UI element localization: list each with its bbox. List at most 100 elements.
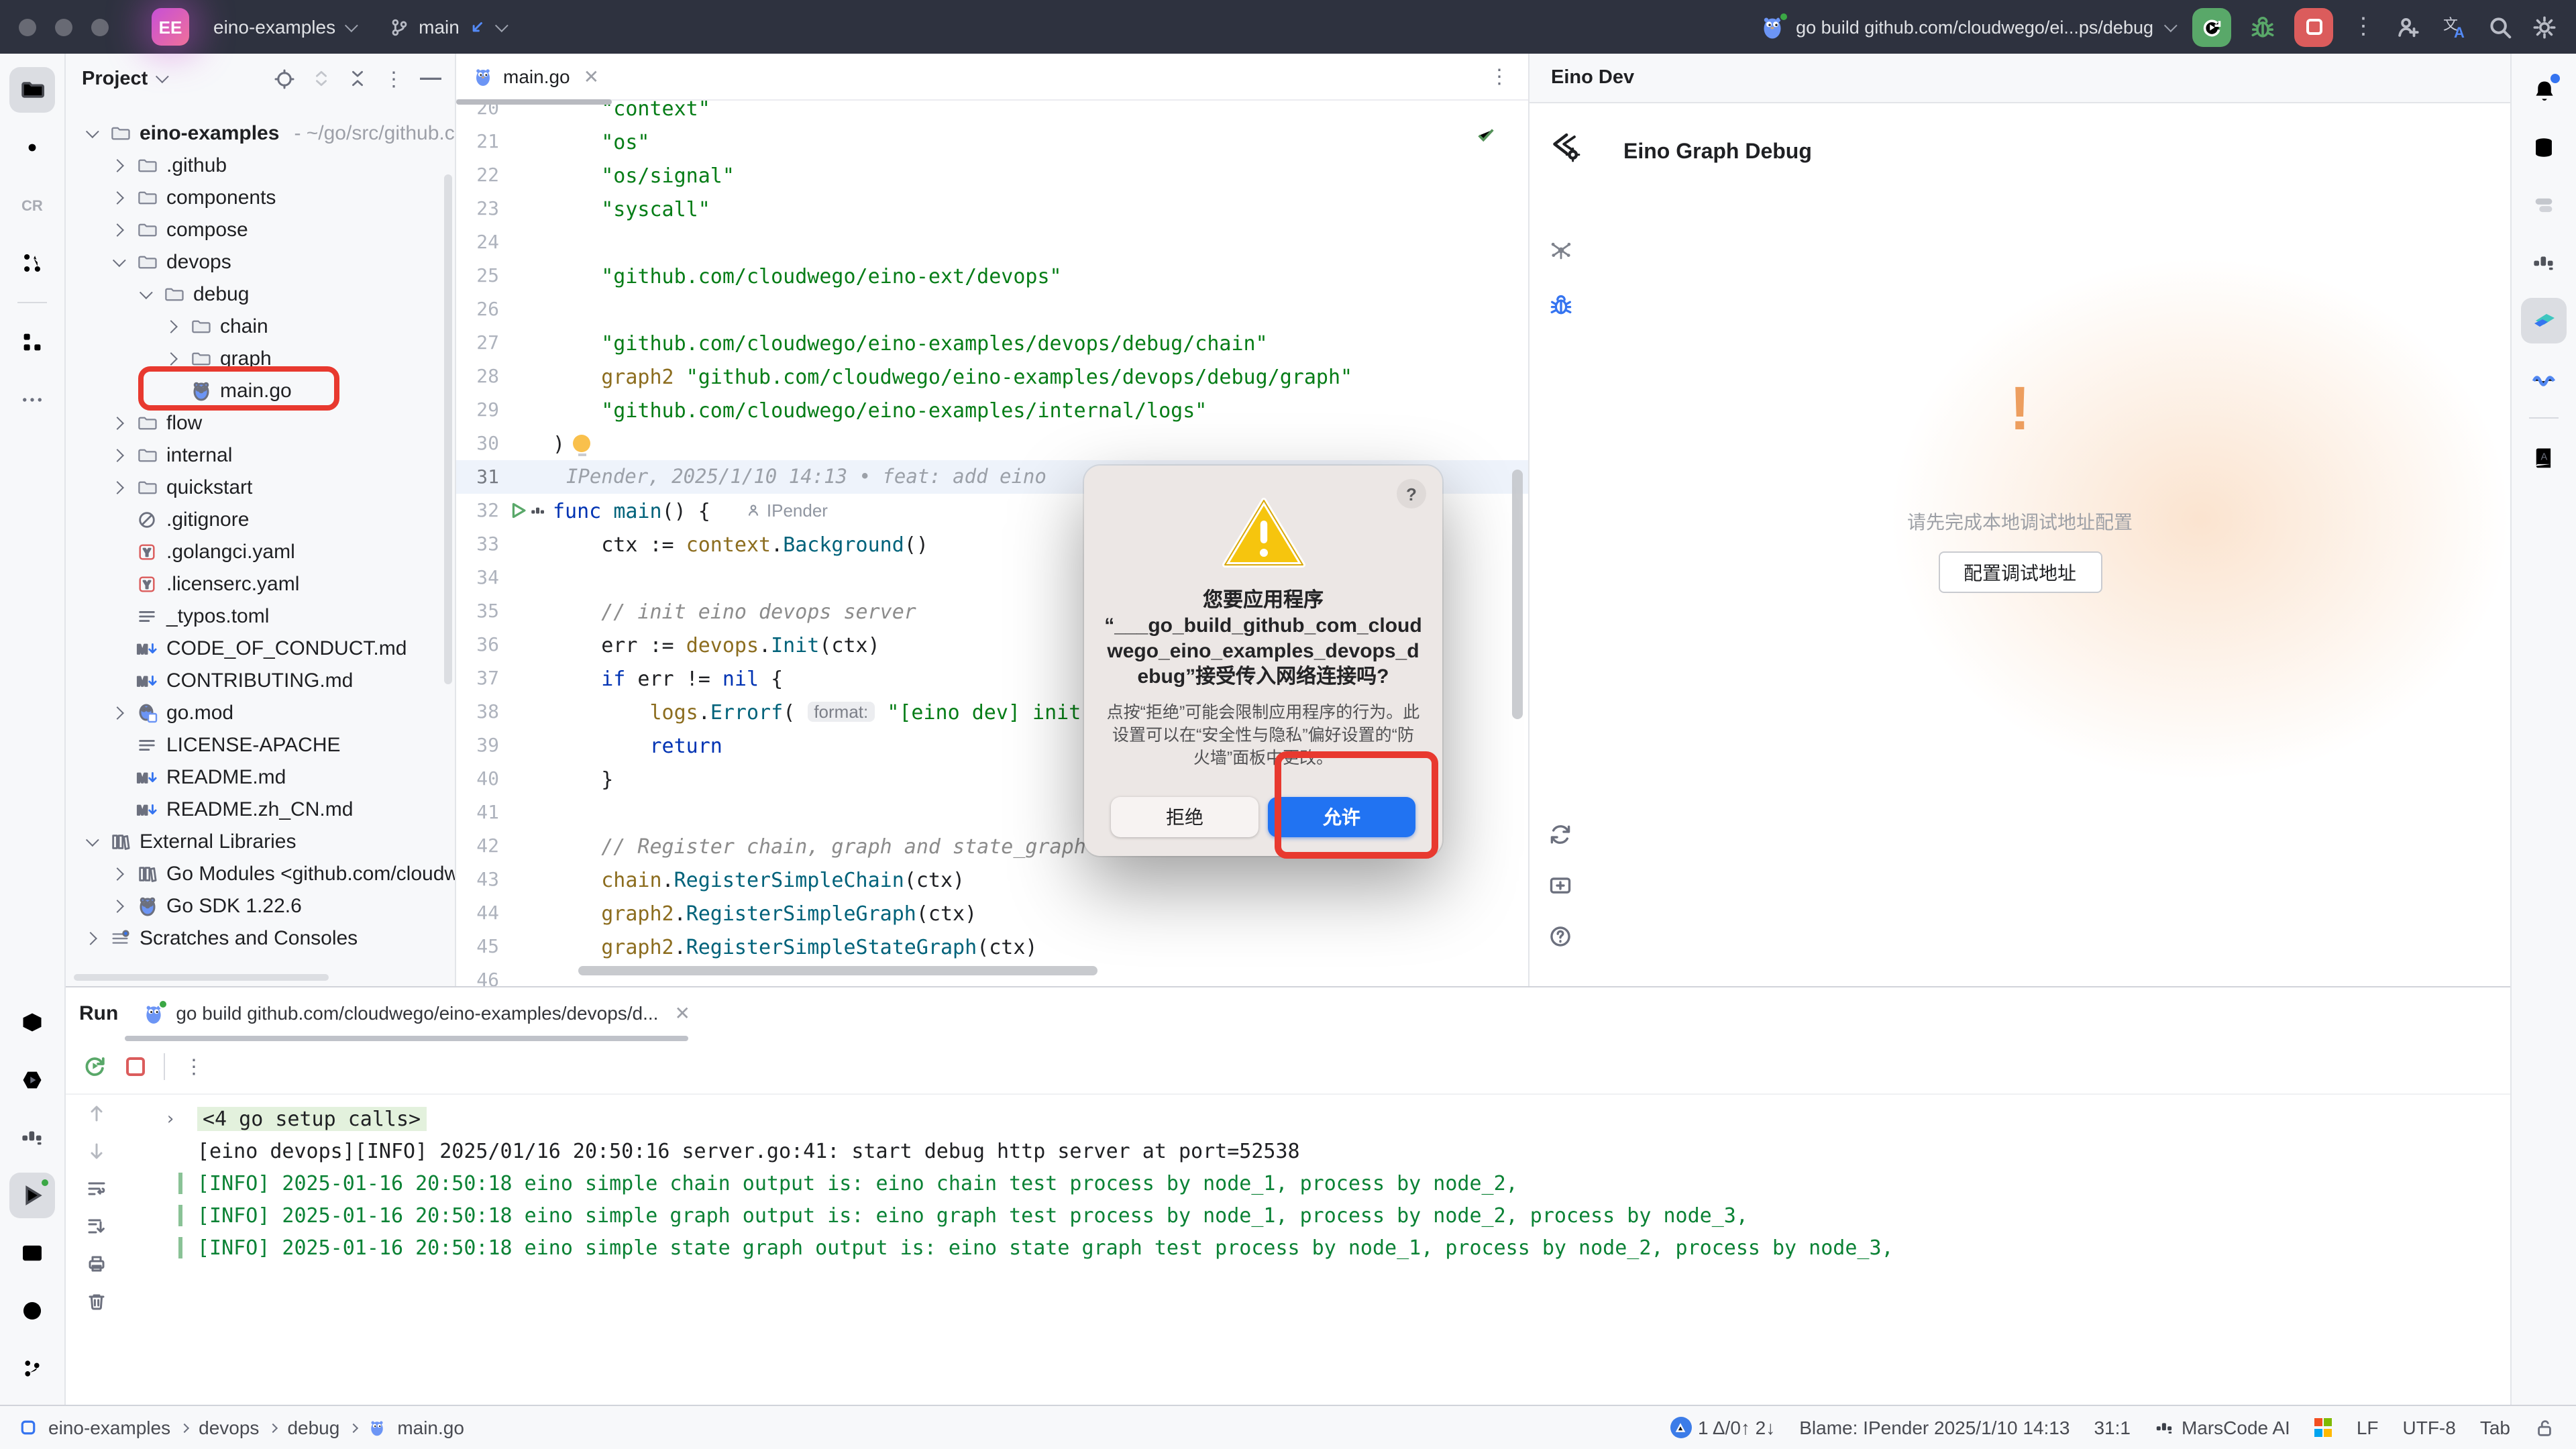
tree-item-flow[interactable]: flow xyxy=(66,407,455,439)
close-run-tab-icon[interactable]: ✕ xyxy=(674,1002,690,1024)
code-line-24[interactable]: 24 xyxy=(456,225,1528,259)
project-selector[interactable]: eino-examples xyxy=(203,11,365,43)
chevron-right-icon[interactable] xyxy=(106,869,127,878)
run-tab[interactable]: go build github.com/cloudwego/eino-examp… xyxy=(142,1002,690,1024)
chevron-right-icon[interactable] xyxy=(106,450,127,460)
traffic-light-minimize[interactable] xyxy=(55,18,72,36)
lock-icon[interactable] xyxy=(2534,1417,2555,1438)
profiler-tool-button[interactable] xyxy=(9,1115,55,1161)
code-line-30[interactable]: 30) xyxy=(456,427,1528,460)
chevron-right-icon[interactable] xyxy=(160,354,181,363)
tree-item-readme-zh-cn-md[interactable]: MREADME.zh_CN.md xyxy=(66,793,455,825)
chevron-right-icon[interactable] xyxy=(106,708,127,717)
chevron-right-icon[interactable] xyxy=(160,321,181,331)
code-with-me-icon[interactable] xyxy=(2395,14,2420,40)
code-line-20[interactable]: 20 "context" xyxy=(456,101,1528,125)
tree-item-readme-md[interactable]: MREADME.md xyxy=(66,761,455,793)
rerun-button[interactable] xyxy=(2192,7,2231,46)
tree-item-go-mod[interactable]: go.mod xyxy=(66,696,455,729)
blame-widget[interactable]: Blame: IPender 2025/1/10 14:13 xyxy=(1799,1417,2070,1438)
refresh-icon[interactable] xyxy=(1548,822,1572,847)
tree-item-debug[interactable]: debug xyxy=(66,278,455,310)
traffic-light-close[interactable] xyxy=(19,18,36,36)
chevron-down-icon[interactable] xyxy=(79,837,101,846)
code-line-27[interactable]: 27 "github.com/cloudwego/eino-examples/d… xyxy=(456,326,1528,360)
code-line-21[interactable]: 21 "os" xyxy=(456,125,1528,158)
code-line-29[interactable]: 29 "github.com/cloudwego/eino-examples/i… xyxy=(456,393,1528,427)
add-panel-icon[interactable] xyxy=(1548,873,1572,898)
breadcrumb-debug[interactable]: debug xyxy=(287,1417,339,1438)
run-configuration-selector[interactable]: go build github.com/cloudwego/ei...ps/de… xyxy=(1758,13,2174,40)
print-icon[interactable] xyxy=(86,1253,107,1275)
code-line-23[interactable]: 23 "syscall" xyxy=(456,192,1528,225)
search-icon[interactable] xyxy=(2487,14,2513,40)
tree-item-devops[interactable]: devops xyxy=(66,246,455,278)
code-line-26[interactable]: 26 xyxy=(456,292,1528,326)
tree-item--gitignore[interactable]: .gitignore xyxy=(66,503,455,535)
chevron-down-icon[interactable] xyxy=(156,70,169,83)
structure-tool-button[interactable] xyxy=(9,319,55,365)
dialog-help-button[interactable]: ? xyxy=(1397,479,1426,508)
configure-debug-address-button[interactable]: 配置调试地址 xyxy=(1938,551,2102,593)
project-tool-button[interactable] xyxy=(9,67,55,113)
tree-item-chain[interactable]: chain xyxy=(66,310,455,342)
tree-item-contributing-md[interactable]: MCONTRIBUTING.md xyxy=(66,664,455,696)
collapse-all-icon[interactable] xyxy=(347,68,368,89)
microsoft-icon[interactable] xyxy=(2314,1419,2332,1437)
ai-assistant-tool-button[interactable] xyxy=(2521,182,2567,228)
settings-gear-icon[interactable] xyxy=(2532,14,2557,40)
profiler-tool-button[interactable] xyxy=(2521,240,2567,286)
console-line-1[interactable]: ›<4 go setup calls> xyxy=(127,1103,2510,1135)
tree-item--golangci-yaml[interactable]: Y.golangci.yaml xyxy=(66,535,455,568)
editor-vertical-scrollbar[interactable] xyxy=(1512,470,1523,719)
notifications-bell-icon[interactable] xyxy=(2521,67,2567,113)
breadcrumb-file[interactable]: main.go xyxy=(397,1417,464,1438)
project-widget-icon[interactable] xyxy=(19,1418,38,1437)
code-line-45[interactable]: 45 graph2.RegisterSimpleStateGraph(ctx) xyxy=(456,930,1528,963)
chevron-down-icon[interactable] xyxy=(79,128,101,138)
soft-wrap-icon[interactable] xyxy=(86,1178,107,1199)
pull-requests-tool-button[interactable] xyxy=(9,240,55,286)
editor-horizontal-scrollbar[interactable] xyxy=(578,966,1097,975)
console-line-3[interactable]: [INFO] 2025-01-16 20:50:18 eino simple c… xyxy=(127,1167,2510,1199)
run-tool-button[interactable] xyxy=(9,1173,55,1218)
git-changes-widget[interactable]: 1 Δ/0↑ 2↓ xyxy=(1670,1417,1775,1438)
breadcrumb-devops[interactable]: devops xyxy=(199,1417,259,1438)
services-tool-button[interactable] xyxy=(9,1057,55,1103)
clear-console-icon[interactable] xyxy=(86,1291,107,1312)
intention-bulb-icon[interactable] xyxy=(573,435,590,452)
debug-bug-icon[interactable] xyxy=(1548,292,1574,318)
expand-all-icon[interactable] xyxy=(311,68,331,89)
line-ending-widget[interactable]: LF xyxy=(2357,1417,2379,1438)
tree-item-internal[interactable]: internal xyxy=(66,439,455,471)
rerun-icon[interactable] xyxy=(82,1053,107,1079)
more-tool-windows-button[interactable] xyxy=(9,377,55,423)
code-line-25[interactable]: 25 "github.com/cloudwego/eino-ext/devops… xyxy=(456,259,1528,292)
tree-item-compose[interactable]: compose xyxy=(66,213,455,246)
code-line-22[interactable]: 22 "os/signal" xyxy=(456,158,1528,192)
tree-item-license-apache[interactable]: LICENSE-APACHE xyxy=(66,729,455,761)
chevron-right-icon[interactable] xyxy=(106,418,127,427)
tree-item-go-sdk-1-22-6[interactable]: Go SDK 1.22.6 xyxy=(66,890,455,922)
tab-scroll-indicator[interactable] xyxy=(456,99,612,105)
code-vision-author[interactable]: IPender xyxy=(747,500,828,521)
inspections-ok-icon[interactable] xyxy=(1476,125,1496,152)
chevron-right-icon[interactable] xyxy=(106,901,127,910)
code-review-tool-button[interactable]: CR xyxy=(9,182,55,228)
console-line-4[interactable]: [INFO] 2025-01-16 20:50:18 eino simple g… xyxy=(127,1199,2510,1232)
chevron-right-icon[interactable] xyxy=(106,160,127,170)
translate-icon[interactable]: 文A xyxy=(2439,13,2469,40)
eino-dev-tool-button[interactable] xyxy=(2521,298,2567,343)
indent-widget[interactable]: Tab xyxy=(2480,1417,2510,1438)
git-tool-button[interactable] xyxy=(9,1346,55,1391)
chevron-right-icon[interactable] xyxy=(79,933,101,943)
tree-item--licenserc-yaml[interactable]: Y.licenserc.yaml xyxy=(66,568,455,600)
tab-options-icon[interactable]: ⋮ xyxy=(1489,64,1509,89)
tree-item-quickstart[interactable]: quickstart xyxy=(66,471,455,503)
editor-tab-main-go[interactable]: main.go ✕ xyxy=(456,54,615,99)
up-stack-icon[interactable] xyxy=(86,1103,107,1124)
tree-item-scratches-and-consoles[interactable]: Scratches and Consoles xyxy=(66,922,455,954)
console-line-5[interactable]: [INFO] 2025-01-16 20:50:18 eino simple s… xyxy=(127,1232,2510,1264)
branch-selector[interactable]: main xyxy=(378,11,516,43)
locate-file-icon[interactable] xyxy=(274,68,295,89)
